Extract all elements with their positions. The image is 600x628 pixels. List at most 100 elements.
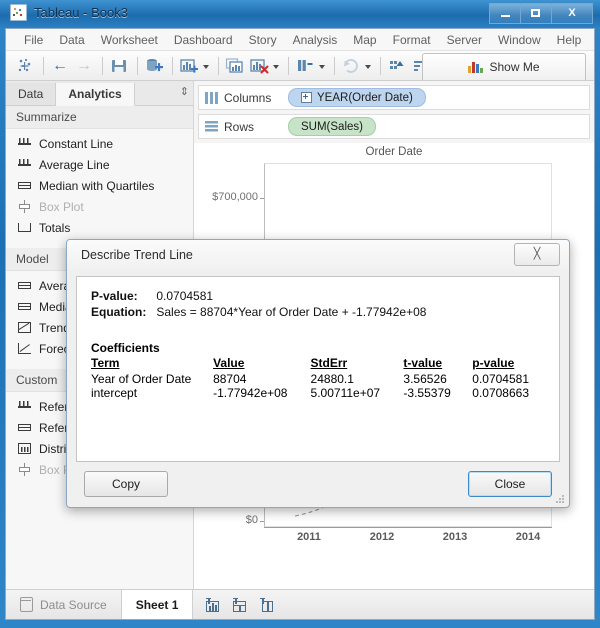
- minimize-button[interactable]: [489, 3, 521, 24]
- tab-analytics[interactable]: Analytics: [56, 83, 135, 106]
- dialog-body: P-value: 0.0704581 Equation: Sales = 887…: [76, 276, 560, 462]
- toolbar-separator: [218, 56, 219, 75]
- analytics-item-constant-line[interactable]: Constant Line: [6, 133, 193, 154]
- pane-tab-bar: Data Analytics ⇕: [6, 81, 193, 106]
- menu-story[interactable]: Story: [241, 31, 285, 49]
- swap-rows-cols-icon[interactable]: [294, 55, 316, 77]
- toolbar-separator: [137, 56, 138, 75]
- toolbar-separator: [288, 56, 289, 75]
- swap-dropdown-icon[interactable]: [318, 55, 327, 77]
- menu-server[interactable]: Server: [439, 31, 490, 49]
- new-story-icon[interactable]: [259, 597, 274, 612]
- col-stderr: StdErr: [310, 356, 348, 370]
- dialog-title: Describe Trend Line: [81, 248, 193, 262]
- tab-data[interactable]: Data: [6, 83, 57, 105]
- distribution-band-icon: [18, 442, 32, 455]
- analytics-item-label: Totals: [39, 220, 71, 235]
- new-dashboard-icon[interactable]: [232, 597, 247, 612]
- x-tick-2013: 2013: [442, 531, 468, 543]
- clear-sheet-dropdown-icon[interactable]: [272, 55, 281, 77]
- dialog-resize-grip-icon[interactable]: [556, 495, 565, 504]
- tableau-application-window: Tableau - Book3 X File Data Worksheet Da…: [0, 0, 600, 628]
- totals-icon: [18, 221, 32, 234]
- columns-shelf[interactable]: Columns YEAR(Order Date): [198, 85, 590, 110]
- pill-label: SUM(Sales): [301, 120, 363, 133]
- pill-label: YEAR(Order Date): [317, 91, 413, 104]
- analytics-item-average-line[interactable]: Average Line: [6, 154, 193, 175]
- menu-format[interactable]: Format: [385, 31, 439, 49]
- menu-window[interactable]: Window: [490, 31, 549, 49]
- sheet-tab-sheet1[interactable]: Sheet 1: [121, 590, 194, 619]
- menu-bar: File Data Worksheet Dashboard Story Anal…: [6, 29, 594, 51]
- box-plot-icon: [18, 463, 32, 476]
- analytics-item-label: Average Line: [39, 157, 110, 172]
- analytics-item-label: Constant Line: [39, 136, 114, 151]
- menu-map[interactable]: Map: [345, 31, 384, 49]
- analytics-item-label: Box Plot: [39, 199, 84, 214]
- x-tick-2012: 2012: [369, 531, 395, 543]
- data-source-icon: [19, 597, 33, 612]
- box-plot-icon: [18, 200, 32, 213]
- cell-value: 88704: [213, 372, 247, 386]
- menu-help[interactable]: Help: [549, 31, 590, 49]
- rows-shelf[interactable]: Rows SUM(Sales): [198, 114, 590, 139]
- tableau-home-icon[interactable]: [14, 55, 36, 77]
- toolbar: ← → Show Me: [6, 51, 594, 81]
- analytics-item-median-with-quartiles[interactable]: Median with Quartiles: [6, 175, 193, 196]
- pane-resize-grip-icon[interactable]: ⇕: [180, 85, 189, 98]
- close-button-dialog[interactable]: Close: [468, 471, 552, 497]
- equation-value: Sales = 88704*Year of Order Date + -1.77…: [156, 305, 427, 319]
- pill-sum-sales[interactable]: SUM(Sales): [288, 117, 376, 136]
- dialog-footer: Copy Close: [67, 461, 569, 507]
- refresh-dropdown-icon[interactable]: [364, 55, 373, 77]
- dialog-close-icon[interactable]: ╳: [514, 243, 560, 266]
- back-arrow-icon[interactable]: ←: [49, 55, 71, 77]
- cell-value: -1.77942e+08: [213, 386, 288, 400]
- refresh-icon[interactable]: [340, 55, 362, 77]
- show-me-button[interactable]: Show Me: [422, 53, 586, 80]
- maximize-button[interactable]: [521, 3, 552, 24]
- cell-term: intercept: [91, 386, 138, 400]
- menu-data[interactable]: Data: [51, 31, 92, 49]
- y-tick-700000: $700,000: [212, 191, 265, 203]
- connect-data-icon[interactable]: [143, 55, 165, 77]
- group-header-summarize: Summarize: [6, 106, 193, 129]
- save-icon[interactable]: [108, 55, 130, 77]
- data-source-label: Data Source: [40, 597, 107, 612]
- shelf-container: Columns YEAR(Order Date) Rows SUM(Sales): [194, 81, 594, 144]
- new-worksheet-dropdown-icon[interactable]: [202, 55, 211, 77]
- describe-trend-line-dialog[interactable]: Describe Trend Line ╳ P-value: 0.0704581…: [66, 239, 570, 508]
- plus-box-icon[interactable]: [301, 92, 312, 103]
- col-value: Value: [213, 356, 245, 370]
- toolbar-separator: [334, 56, 335, 75]
- copy-button[interactable]: Copy: [84, 471, 168, 497]
- clear-sheet-icon[interactable]: [248, 55, 270, 77]
- analytics-item-totals[interactable]: Totals: [6, 217, 193, 238]
- cell-p-value: 0.0708663: [472, 386, 529, 400]
- x-tick-2014: 2014: [515, 531, 541, 543]
- pill-year-order-date[interactable]: YEAR(Order Date): [288, 88, 426, 107]
- equation-row: Equation: Sales = 88704*Year of Order Da…: [91, 305, 545, 319]
- new-worksheet-icon[interactable]: [205, 597, 220, 612]
- new-worksheet-icon[interactable]: [178, 55, 200, 77]
- col-p-value: p-value: [472, 356, 515, 370]
- cell-term: Year of Order Date: [91, 372, 192, 386]
- close-button[interactable]: X: [552, 3, 593, 24]
- title-bar: Tableau - Book3 X: [0, 0, 600, 28]
- menu-analysis[interactable]: Analysis: [285, 31, 346, 49]
- duplicate-sheet-icon[interactable]: [224, 55, 246, 77]
- menu-dashboard[interactable]: Dashboard: [166, 31, 241, 49]
- forward-arrow-icon[interactable]: →: [73, 55, 95, 77]
- equation-label: Equation:: [91, 305, 147, 319]
- menu-worksheet[interactable]: Worksheet: [93, 31, 166, 49]
- toolbar-separator: [43, 56, 44, 75]
- trend-line-icon: [18, 321, 32, 334]
- coefficients-table: Term Value StdErr t-value p-value Year o…: [91, 356, 545, 400]
- sheet-action-icons: [193, 590, 286, 619]
- status-bar: Data Source Sheet 1: [6, 589, 594, 619]
- x-tick-2011: 2011: [297, 531, 321, 543]
- data-source-tab[interactable]: Data Source: [6, 590, 122, 619]
- sort-ascending-icon[interactable]: [386, 55, 408, 77]
- menu-file[interactable]: File: [16, 31, 51, 49]
- p-value-label: P-value:: [91, 289, 138, 303]
